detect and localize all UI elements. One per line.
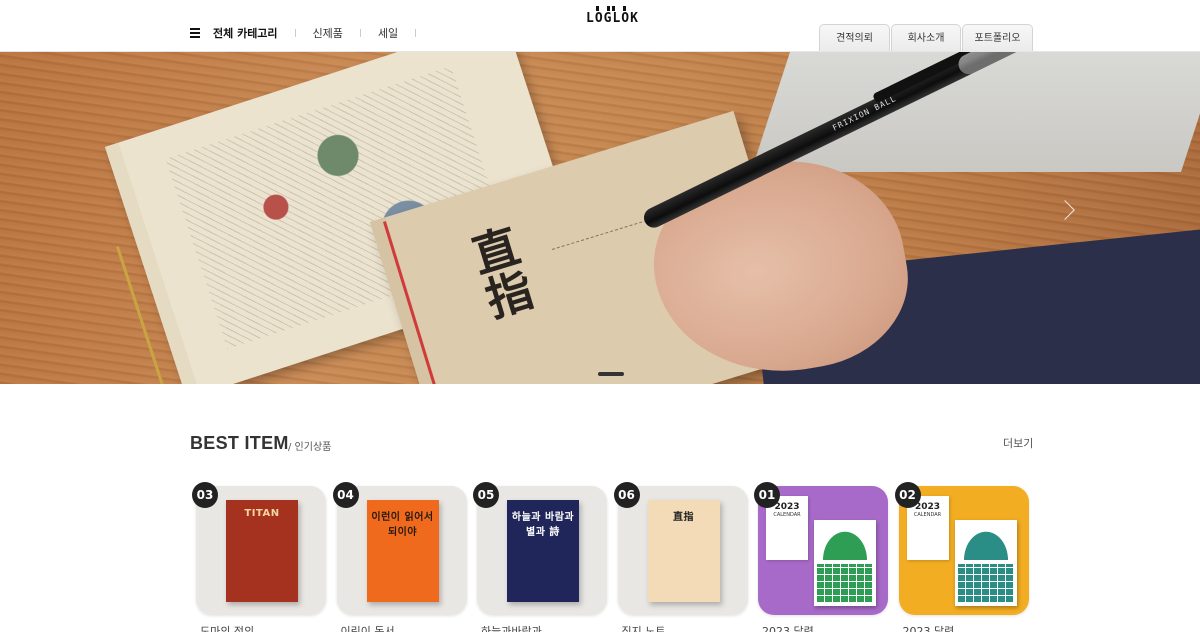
tab-company-intro[interactable]: 회사소개 [891,24,961,51]
tab-quote-request[interactable]: 견적의뢰 [819,24,890,51]
rank-badge: 06 [613,482,640,508]
section-subtitle: / 인기상품 [288,442,332,453]
hamburger-menu-icon[interactable] [190,28,200,38]
product-card[interactable]: 03 TITAN 도마의 정의 ... [192,480,328,632]
header-tabs: 견적의뢰 회사소개 포트폴리오 [818,24,1033,51]
product-thumbnail[interactable]: 2023 CALENDAR [758,486,888,615]
product-name[interactable]: 직지 노트 ... [622,624,750,632]
rank-badge: 03 [192,482,218,508]
book-cover-text: TITAN [244,508,280,519]
product-name[interactable]: 하늘과바람과 ... [481,624,609,632]
logo-mark-icon [586,0,636,11]
rank-badge: 04 [332,482,359,508]
product-name[interactable]: 도마의 정의 ... [200,624,328,632]
calendar-illustration [817,524,873,560]
more-link[interactable]: 더보기 [1003,435,1033,451]
book-cover: 直指 [647,500,720,602]
product-card[interactable]: 01 2023 CALENDAR 2023 달력 ... [754,480,890,632]
product-name[interactable]: 2023 달력 ... [903,624,1031,632]
rank-badge: 02 [894,482,921,508]
chevron-right-icon[interactable] [1055,197,1076,227]
nav-new-products[interactable]: 신제품 [313,25,343,41]
product-list: 03 TITAN 도마의 정의 ... 04 이런이 읽어서 되이야이린이 독서 ...… [192,480,1032,632]
nav-divider [294,29,296,37]
slide-indicator[interactable] [598,372,624,376]
product-card[interactable]: 05 하늘과 바람과 별과 詩 하늘과바람과 ... [473,480,609,632]
calendar-label: CALENDAR [773,512,801,518]
calendar-label: CALENDAR [913,512,942,518]
calendar-grid [817,564,873,602]
book-cover: TITAN [226,500,298,602]
site-header: LOGLOK 전체 카테고리 신제품 세일 견적의뢰 회사소개 포트폴리오 [0,0,1200,52]
product-thumbnail[interactable]: 이런이 읽어서 되이야 [336,486,467,615]
calendar-illustration [957,524,1014,560]
nav-all-categories[interactable]: 전체 카테고리 [213,25,278,41]
notebook-cover-title: 直指 [460,220,539,325]
nav-sale[interactable]: 세일 [378,25,398,41]
nav-divider [415,29,417,37]
book-cover-text: 하늘과 바람과 별과 詩 [511,512,575,538]
product-thumbnail[interactable]: 2023 CALENDAR [898,486,1029,615]
rank-badge: 05 [473,482,499,508]
logo-text: LOGLOK [586,11,639,26]
product-thumbnail[interactable]: 直指 [617,486,748,615]
nav-divider [359,29,361,37]
product-card[interactable]: 04 이런이 읽어서 되이야이린이 독서 ... [332,480,469,632]
section-title: BEST ITEM [190,433,289,453]
product-card[interactable]: 06 直指 직지 노트 ... [613,480,750,632]
book-cover-text: 이런이 읽어서 되이야 [371,512,434,538]
tab-portfolio[interactable]: 포트폴리오 [962,24,1033,51]
book-cover-text: 直指 [673,512,694,523]
product-thumbnail[interactable]: TITAN [196,486,326,615]
site-logo[interactable]: LOGLOK [586,0,639,28]
book-cover: 이런이 읽어서 되이야 [366,500,439,602]
product-thumbnail[interactable]: 하늘과 바람과 별과 詩 [477,486,607,615]
product-name[interactable]: 2023 달력 ... [762,624,890,632]
hero-banner[interactable]: 直指 FRIXION BALL [0,52,1200,384]
main-nav: 전체 카테고리 신제품 세일 [190,24,433,42]
product-name[interactable]: 이린이 독서 ... [341,624,469,632]
calendar-grid [957,564,1014,602]
book-cover: 하늘과 바람과 별과 詩 [507,500,579,602]
rank-badge: 01 [754,482,780,508]
wall-calendar [954,520,1017,606]
wall-calendar [814,520,876,606]
product-card[interactable]: 02 2023 CALENDAR 2023 달력 ... [894,480,1031,632]
